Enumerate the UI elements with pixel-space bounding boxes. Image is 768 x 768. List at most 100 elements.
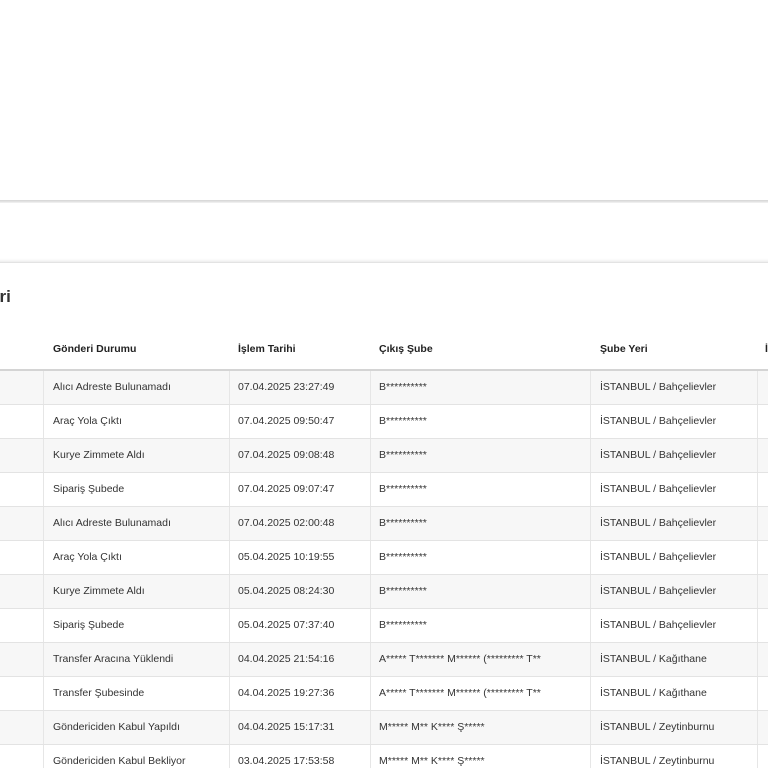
column-divider — [370, 575, 371, 608]
table-row: 26Transfer Şubesinde04.04.2025 19:27:36A… — [0, 677, 768, 711]
row-status: Kurye Zimmete Aldı — [53, 585, 145, 597]
row-branch-location: İSTANBUL / Bahçelievler — [600, 619, 717, 631]
table-body: 26Alıcı Adreste Bulunamadı07.04.2025 23:… — [0, 371, 768, 768]
section-gap — [0, 203, 768, 261]
row-departure-branch: B********** — [379, 619, 427, 631]
column-divider — [43, 439, 44, 472]
column-divider — [229, 745, 230, 768]
row-branch-location: İSTANBUL / Bahçelievler — [600, 551, 717, 563]
column-divider — [370, 711, 371, 744]
column-divider — [590, 609, 591, 642]
row-branch-location: İSTANBUL / Bahçelievler — [600, 585, 717, 597]
column-divider — [43, 745, 44, 768]
column-divider — [757, 677, 758, 710]
top-card — [0, 0, 768, 200]
column-divider — [43, 575, 44, 608]
column-divider — [590, 507, 591, 540]
column-divider — [229, 711, 230, 744]
column-divider — [229, 439, 230, 472]
column-divider — [229, 609, 230, 642]
column-divider — [43, 371, 44, 404]
row-status: Göndericiden Kabul Yapıldı — [53, 721, 180, 733]
row-process-date: 07.04.2025 02:00:48 — [238, 517, 335, 529]
column-divider — [590, 677, 591, 710]
column-divider — [590, 371, 591, 404]
row-departure-branch: M***** M** K**** Ş***** — [379, 755, 485, 767]
row-status: Transfer Şubesinde — [53, 687, 145, 699]
row-process-date: 05.04.2025 07:37:40 — [238, 619, 335, 631]
page: eri Gönderi Durumu İşlem Tarihi Çıkış Şu… — [0, 0, 768, 768]
column-divider — [757, 405, 758, 438]
column-divider — [43, 507, 44, 540]
row-branch-location: İSTANBUL / Bahçelievler — [600, 415, 717, 427]
column-divider — [43, 541, 44, 574]
column-divider — [229, 541, 230, 574]
row-departure-branch: B********** — [379, 415, 427, 427]
column-divider — [370, 473, 371, 506]
row-process-date: 03.04.2025 17:53:58 — [238, 755, 335, 767]
column-divider — [590, 541, 591, 574]
shipment-history-table: Gönderi Durumu İşlem Tarihi Çıkış Şube Ş… — [0, 331, 768, 768]
table-row: 26Sipariş Şubede05.04.2025 07:37:40B****… — [0, 609, 768, 643]
table-row: 26Alıcı Adreste Bulunamadı07.04.2025 23:… — [0, 371, 768, 405]
row-departure-branch: A***** T******* M****** (********* T** — [379, 653, 541, 665]
header-next-column: İ — [765, 343, 768, 355]
column-divider — [229, 677, 230, 710]
row-process-date: 05.04.2025 10:19:55 — [238, 551, 335, 563]
row-branch-location: İSTANBUL / Bahçelievler — [600, 449, 717, 461]
row-process-date: 04.04.2025 21:54:16 — [238, 653, 335, 665]
table-row: 26Kurye Zimmete Aldı07.04.2025 09:08:48B… — [0, 439, 768, 473]
column-divider — [757, 711, 758, 744]
table-row: 26Göndericiden Kabul Yapıldı04.04.2025 1… — [0, 711, 768, 745]
column-divider — [757, 507, 758, 540]
column-divider — [590, 575, 591, 608]
table-row: 26Sipariş Şubede07.04.2025 09:07:47B****… — [0, 473, 768, 507]
column-divider — [757, 541, 758, 574]
column-divider — [757, 745, 758, 768]
row-departure-branch: B********** — [379, 381, 427, 393]
row-branch-location: İSTANBUL / Zeytinburnu — [600, 755, 715, 767]
column-divider — [757, 439, 758, 472]
table-row: 26Araç Yola Çıktı05.04.2025 10:19:55B***… — [0, 541, 768, 575]
row-status: Alıcı Adreste Bulunamadı — [53, 517, 171, 529]
column-divider — [370, 405, 371, 438]
column-divider — [370, 677, 371, 710]
column-divider — [43, 711, 44, 744]
header-branch-location: Şube Yeri — [600, 343, 648, 355]
row-process-date: 07.04.2025 09:07:47 — [238, 483, 335, 495]
column-divider — [43, 643, 44, 676]
column-divider — [229, 405, 230, 438]
column-divider — [757, 473, 758, 506]
header-process-date: İşlem Tarihi — [238, 343, 296, 355]
column-divider — [43, 609, 44, 642]
row-branch-location: İSTANBUL / Zeytinburnu — [600, 721, 715, 733]
row-branch-location: İSTANBUL / Bahçelievler — [600, 517, 717, 529]
row-branch-location: İSTANBUL / Kağıthane — [600, 653, 707, 665]
column-divider — [229, 473, 230, 506]
row-departure-branch: B********** — [379, 551, 427, 563]
row-status: Sipariş Şubede — [53, 619, 125, 631]
row-status: Sipariş Şubede — [53, 483, 125, 495]
column-divider — [370, 609, 371, 642]
section-title: eri — [0, 287, 11, 306]
column-divider — [590, 745, 591, 768]
column-divider — [590, 473, 591, 506]
row-process-date: 07.04.2025 09:50:47 — [238, 415, 335, 427]
column-divider — [43, 473, 44, 506]
row-status: Kurye Zimmete Aldı — [53, 449, 145, 461]
row-process-date: 05.04.2025 08:24:30 — [238, 585, 335, 597]
row-departure-branch: M***** M** K**** Ş***** — [379, 721, 485, 733]
column-divider — [229, 507, 230, 540]
row-departure-branch: B********** — [379, 585, 427, 597]
table-row: 26Transfer Aracına Yüklendi04.04.2025 21… — [0, 643, 768, 677]
column-divider — [229, 575, 230, 608]
row-status: Araç Yola Çıktı — [53, 551, 122, 563]
column-divider — [229, 371, 230, 404]
row-departure-branch: B********** — [379, 517, 427, 529]
table-row: 26Kurye Zimmete Aldı05.04.2025 08:24:30B… — [0, 575, 768, 609]
row-branch-location: İSTANBUL / Bahçelievler — [600, 381, 717, 393]
column-divider — [757, 609, 758, 642]
row-branch-location: İSTANBUL / Bahçelievler — [600, 483, 717, 495]
column-divider — [590, 405, 591, 438]
column-divider — [370, 643, 371, 676]
